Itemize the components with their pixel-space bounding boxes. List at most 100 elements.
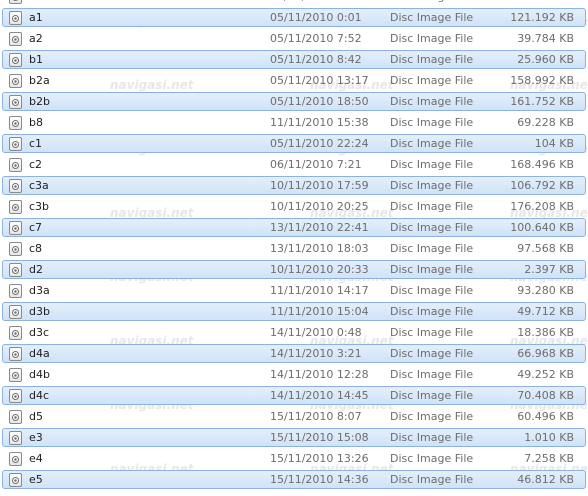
disc-image-file-icon: [9, 32, 22, 46]
file-name: c7: [29, 221, 43, 234]
file-size: 121.192 KB: [510, 11, 574, 24]
file-date-modified: 13/11/2010 18:03: [270, 242, 369, 255]
file-type: Disc Image File: [390, 32, 474, 45]
file-type: Disc Image File: [390, 368, 474, 381]
file-date-modified: 15/11/2010 13:26: [270, 452, 369, 465]
file-type: Disc Image File: [390, 389, 474, 402]
file-name: d3b: [29, 305, 50, 318]
file-type: Disc Image File: [390, 326, 474, 339]
table-row[interactable]: b1 05/11/2010 8:42 Disc Image File 25.960 K…: [2, 50, 586, 69]
table-row[interactable]: b2b 05/11/2010 18:50 Disc Image File 161.75…: [2, 92, 586, 111]
table-row-partial[interactable]: a1a2a3a4 23/10/2010 12:17 Disc Image File 1…: [2, 0, 586, 6]
file-size: 66.968 KB: [517, 347, 574, 360]
file-size: 2.397 KB: [524, 263, 574, 276]
file-date-modified: 15/11/2010 14:36: [270, 473, 369, 486]
file-name: e4: [29, 452, 43, 465]
file-type: Disc Image File: [390, 11, 474, 24]
file-type: Disc Image File: [390, 74, 474, 87]
file-type: Disc Image File: [390, 221, 474, 234]
table-row[interactable]: b8 11/11/2010 15:38 Disc Image File 69.228 …: [2, 113, 586, 132]
file-name: d2: [29, 263, 43, 276]
disc-image-file-icon: [9, 473, 22, 487]
file-type: Disc Image File: [390, 410, 474, 423]
file-size: 97.568 KB: [517, 242, 574, 255]
file-type: Disc Image File: [390, 452, 474, 465]
file-date-modified: 14/11/2010 0:48: [270, 326, 362, 339]
file-type: Disc Image File: [390, 137, 474, 150]
disc-image-file-icon: [9, 116, 22, 130]
table-row[interactable]: d4b 14/11/2010 12:28 Disc Image File 49.252…: [2, 365, 586, 384]
disc-image-file-icon: [9, 179, 22, 193]
file-date-modified: 11/11/2010 15:38: [270, 116, 369, 129]
file-name: c3a: [29, 179, 49, 192]
file-name: a1a2a3a4: [29, 0, 84, 4]
file-type: Disc Image File: [390, 431, 474, 444]
table-row[interactable]: d2 10/11/2010 20:33 Disc Image File 2.397 K…: [2, 260, 586, 279]
file-date-modified: 05/11/2010 13:17: [270, 74, 369, 87]
file-size: 104 KB: [534, 137, 574, 150]
file-size: 60.496 KB: [517, 410, 574, 423]
table-row[interactable]: c2 06/11/2010 7:21 Disc Image File 168.496 …: [2, 155, 586, 174]
disc-image-file-icon: [9, 326, 22, 340]
file-name: d3a: [29, 284, 50, 297]
file-size: 49.712 KB: [517, 305, 574, 318]
table-row[interactable]: c3b 10/11/2010 20:25 Disc Image File 176.20…: [2, 197, 586, 216]
file-type: Disc Image File: [390, 242, 474, 255]
file-size: 70.408 KB: [517, 389, 574, 402]
file-date-modified: 05/11/2010 8:42: [270, 53, 362, 66]
table-row[interactable]: c1 05/11/2010 22:24 Disc Image File 104 KB: [2, 134, 586, 153]
table-row[interactable]: d3a 11/11/2010 14:17 Disc Image File 93.280…: [2, 281, 586, 300]
disc-image-file-icon: [9, 452, 22, 466]
file-date-modified: 05/11/2010 18:50: [270, 95, 369, 108]
table-row[interactable]: c8 13/11/2010 18:03 Disc Image File 97.568 …: [2, 239, 586, 258]
table-row[interactable]: c7 13/11/2010 22:41 Disc Image File 100.640…: [2, 218, 586, 237]
disc-image-file-icon: [9, 200, 22, 214]
file-size: 106.792 KB: [510, 179, 574, 192]
file-list[interactable]: navigasi.net navigasi.net navigasi.net navi…: [0, 0, 588, 496]
file-size: 158.992 KB: [510, 74, 574, 87]
file-date-modified: 10/11/2010 17:59: [270, 179, 369, 192]
table-row[interactable]: c3a 10/11/2010 17:59 Disc Image File 106.79…: [2, 176, 586, 195]
table-row[interactable]: e3 15/11/2010 15:08 Disc Image File 1.010 K…: [2, 428, 586, 447]
file-type: Disc Image File: [390, 0, 473, 4]
disc-image-file-icon: [9, 305, 22, 319]
file-size: 100.640 KB: [510, 221, 574, 234]
file-date-modified: 14/11/2010 3:21: [270, 347, 362, 360]
file-type: Disc Image File: [390, 347, 474, 360]
file-name: d4b: [29, 368, 50, 381]
disc-image-file-icon: [9, 263, 22, 277]
file-name: e3: [29, 431, 43, 444]
file-type: Disc Image File: [390, 263, 474, 276]
table-row[interactable]: d4a 14/11/2010 3:21 Disc Image File 66.968 …: [2, 344, 586, 363]
file-date-modified: 10/11/2010 20:25: [270, 200, 369, 213]
table-row[interactable]: d3c 14/11/2010 0:48 Disc Image File 18.386 …: [2, 323, 586, 342]
file-type: Disc Image File: [390, 200, 474, 213]
file-date-modified: 06/11/2010 7:21: [270, 158, 362, 171]
table-row[interactable]: e5 15/11/2010 14:36 Disc Image File 46.812 …: [2, 470, 586, 489]
table-row[interactable]: b2a 05/11/2010 13:17 Disc Image File 158.99…: [2, 71, 586, 90]
file-date-modified: 05/11/2010 22:24: [270, 137, 369, 150]
table-row[interactable]: e4 15/11/2010 13:26 Disc Image File 7.258 K…: [2, 449, 586, 468]
file-date-modified: 15/11/2010 8:07: [270, 410, 362, 423]
file-size: 161.752 KB: [510, 95, 574, 108]
disc-image-file-icon: [9, 242, 22, 256]
table-row[interactable]: d5 15/11/2010 8:07 Disc Image File 60.496 K…: [2, 407, 586, 426]
disc-image-file-icon: [9, 221, 22, 235]
file-name: c2: [29, 158, 43, 171]
file-type: Disc Image File: [390, 95, 474, 108]
file-date-modified: 14/11/2010 14:45: [270, 389, 369, 402]
table-row[interactable]: d3b 11/11/2010 15:04 Disc Image File 49.712…: [2, 302, 586, 321]
disc-image-file-icon: [9, 0, 22, 4]
table-row[interactable]: a2 05/11/2010 7:52 Disc Image File 39.784 K…: [2, 29, 586, 48]
table-row[interactable]: d4c 14/11/2010 14:45 Disc Image File 70.408…: [2, 386, 586, 405]
file-size: 46.812 KB: [517, 473, 574, 486]
file-date-modified: 11/11/2010 15:04: [270, 305, 369, 318]
file-date-modified: 13/11/2010 22:41: [270, 221, 369, 234]
file-name: a1: [29, 11, 43, 24]
file-type: Disc Image File: [390, 305, 474, 318]
file-name: a2: [29, 32, 43, 45]
file-size: 176.208 KB: [510, 200, 574, 213]
file-name: c3b: [29, 200, 50, 213]
disc-image-file-icon: [9, 389, 22, 403]
table-row[interactable]: a1 05/11/2010 0:01 Disc Image File 121.192 …: [2, 8, 586, 27]
